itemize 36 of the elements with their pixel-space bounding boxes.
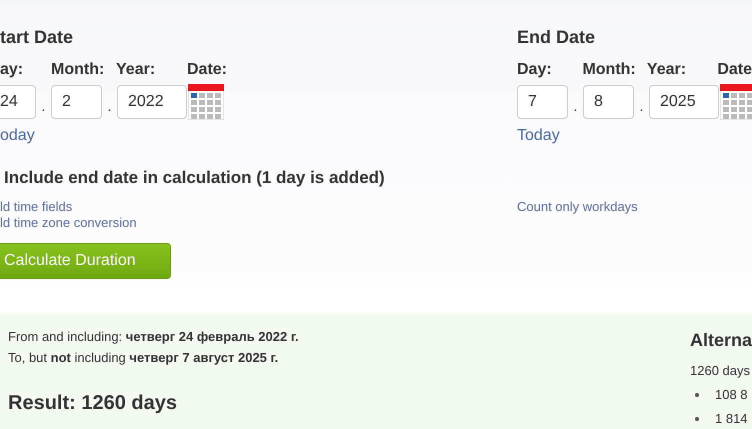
month-field[interactable]: 8 bbox=[583, 85, 634, 119]
field-label: Date: bbox=[187, 61, 228, 80]
today-link[interactable]: Today bbox=[517, 127, 560, 145]
section-heading: End Date bbox=[517, 27, 596, 49]
list-item-text: 1 814 bbox=[715, 411, 748, 426]
date-range-text: From and including: четверг 24 февраль 2022 г. bbox=[8, 328, 299, 346]
today-link[interactable]: oday bbox=[0, 127, 35, 145]
separator: . bbox=[572, 97, 578, 114]
field-label: Year: bbox=[646, 61, 688, 80]
list-item-text: 108 8 bbox=[715, 387, 748, 402]
day-field[interactable]: 7 bbox=[517, 85, 568, 119]
option-link[interactable]: ld time zone conversion bbox=[0, 215, 137, 231]
field-label: Day: bbox=[517, 61, 553, 80]
field-label: ay: bbox=[0, 61, 24, 80]
option-link[interactable]: Count only workdays bbox=[517, 199, 638, 215]
field-label: Year: bbox=[116, 61, 156, 80]
field-label: Month: bbox=[582, 61, 637, 80]
separator: . bbox=[40, 97, 46, 114]
field-label: Date bbox=[717, 61, 752, 80]
result-heading: Result: 1260 days bbox=[8, 392, 177, 415]
alternative-text: 1260 days bbox=[690, 363, 750, 378]
option-link[interactable]: ld time fields bbox=[0, 199, 72, 215]
bullet-icon bbox=[695, 392, 699, 396]
calendar-icon[interactable] bbox=[188, 84, 224, 120]
year-field[interactable]: 2022 bbox=[117, 85, 187, 119]
day-field[interactable]: 24 bbox=[0, 85, 36, 119]
bullet-icon bbox=[695, 416, 699, 420]
section-heading: tart Date bbox=[0, 27, 74, 49]
separator: . bbox=[106, 97, 112, 114]
field-label: Month: bbox=[51, 61, 106, 80]
checkbox-label[interactable]: Include end date in calculation (1 day is added) bbox=[4, 168, 385, 188]
date-range-text: To, but not including четверг 7 август 2025 г. bbox=[8, 349, 278, 367]
month-field[interactable]: 2 bbox=[51, 85, 102, 119]
separator: . bbox=[638, 97, 644, 114]
alternative-heading: Alterna bbox=[690, 330, 752, 351]
calendar-icon[interactable] bbox=[720, 84, 752, 120]
